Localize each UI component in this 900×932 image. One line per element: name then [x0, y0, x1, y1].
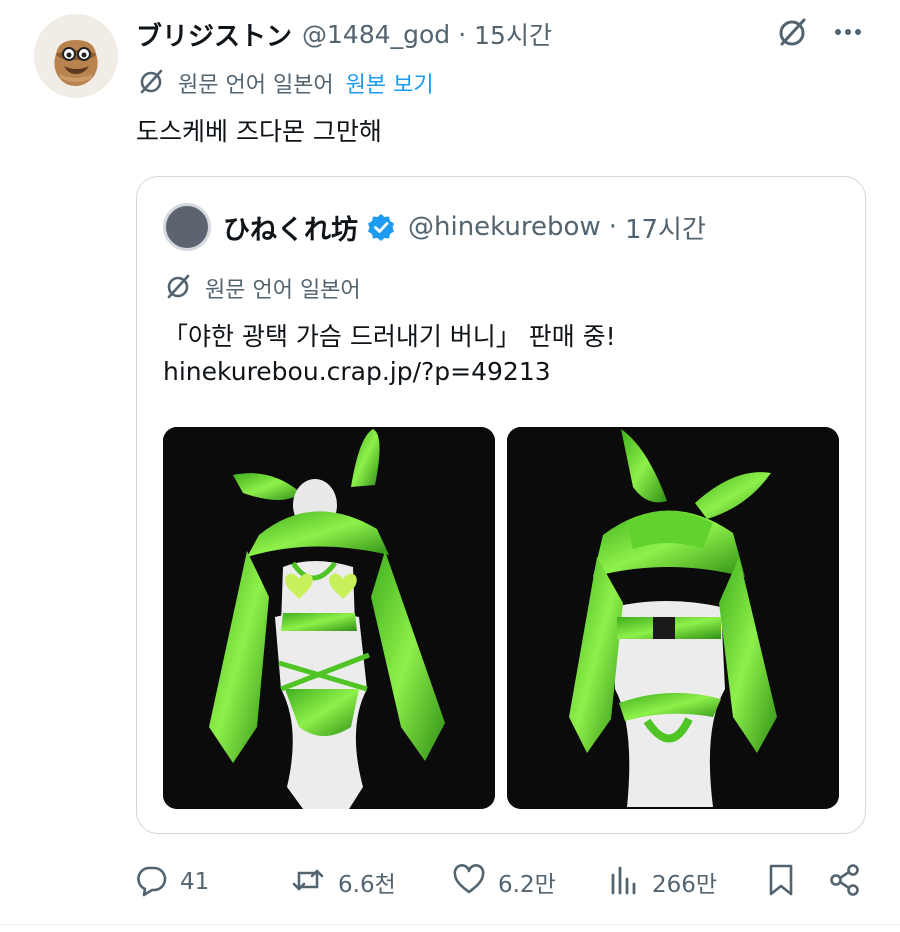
like-button[interactable]: 6.2만 [452, 863, 556, 901]
retweet-count: 6.6천 [338, 872, 396, 898]
quoted-header: ひねくれ坊 @hinekurebow · 17시간 [223, 205, 706, 249]
reply-count: 41 [180, 869, 210, 895]
no-translate-icon[interactable] [774, 14, 810, 50]
author-display-name[interactable]: ブリジストン [136, 16, 292, 53]
no-translate-icon [163, 271, 193, 305]
bookmark-icon [766, 863, 796, 901]
avatar[interactable] [34, 14, 118, 98]
quoted-display-name[interactable]: ひねくれ坊 [223, 208, 358, 247]
views-button[interactable]: 266만 [608, 863, 717, 901]
share-icon [828, 863, 862, 901]
quoted-text: 「야한 광택 가슴 드러내기 버니」 판매 중! [163, 322, 616, 351]
author-handle[interactable]: @1484_god [302, 20, 450, 49]
tweet-header: ブリジストン @1484_god · 15시간 [136, 14, 552, 54]
more-icon[interactable] [832, 16, 864, 48]
verified-icon [366, 212, 396, 242]
retweet-icon [290, 863, 326, 901]
retweet-button[interactable]: 6.6천 [290, 863, 396, 901]
divider [0, 924, 900, 925]
tweet[interactable]: ブリジストン @1484_god · 15시간 원문 언어 일본어 원본 보기 … [0, 0, 900, 932]
quoted-handle[interactable]: @hinekurebow [408, 212, 601, 242]
translation-row: 원문 언어 일본어 원본 보기 [136, 66, 434, 100]
views-count: 266만 [652, 872, 718, 898]
quoted-translation-row: 원문 언어 일본어 [163, 271, 361, 305]
separator-dot: · [458, 19, 467, 49]
bookmark-button[interactable] [766, 863, 796, 901]
quoted-link[interactable]: hinekurebou.crap.jp/?p=49213 [163, 357, 551, 386]
reply-button[interactable]: 41 [134, 863, 209, 901]
like-icon [452, 863, 486, 901]
quoted-translation-label: 원문 언어 일본어 [205, 278, 361, 303]
media-image-front[interactable] [163, 427, 495, 809]
tweet-text: 도스케베 즈다몬 그만해 [136, 117, 382, 146]
reply-icon [134, 863, 168, 901]
tweet-top-actions [774, 14, 864, 50]
quoted-avatar[interactable] [163, 203, 211, 251]
share-button[interactable] [828, 863, 862, 901]
no-translate-icon [136, 66, 166, 100]
separator-dot: · [608, 212, 617, 242]
tweet-actions: 41 6.6천 6.2만 266만 [134, 858, 868, 906]
views-icon [608, 863, 640, 901]
like-count: 6.2만 [498, 872, 556, 898]
show-original-link[interactable]: 원본 보기 [346, 67, 434, 99]
quoted-time[interactable]: 17시간 [625, 209, 706, 246]
translation-label: 원문 언어 일본어 [178, 73, 334, 98]
quoted-tweet[interactable]: ひねくれ坊 @hinekurebow · 17시간 원문 언어 일본어 「야한 … [136, 176, 866, 834]
media-image-back[interactable] [507, 427, 839, 809]
tweet-time[interactable]: 15시간 [474, 16, 552, 52]
